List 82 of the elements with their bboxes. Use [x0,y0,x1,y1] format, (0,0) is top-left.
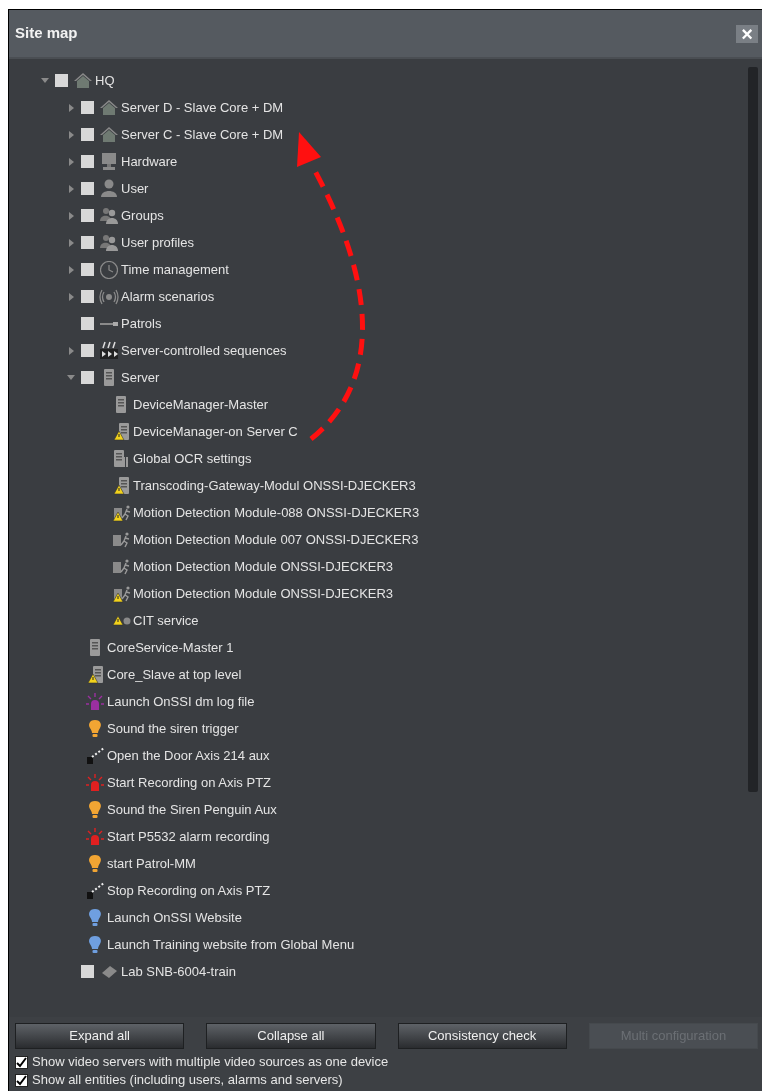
checkbox[interactable] [81,965,94,978]
tree-item[interactable]: Time management [121,259,229,280]
window-title: Site map [15,23,78,44]
tree-item[interactable]: Motion Detection Module ONSSI-DJECKER3 [133,583,394,604]
tree-item[interactable]: Motion Detection Module 007 ONSSI-DJECKER3 [133,529,419,550]
tree-item[interactable]: HQ [95,70,115,91]
people-icon [99,206,119,225]
checkbox[interactable] [15,1073,28,1087]
tree-item[interactable]: Hardware [121,151,178,172]
server-rack-icon [113,449,129,468]
tree-item[interactable]: Start P5532 alarm recording [107,826,270,847]
alarm-icon [99,288,119,305]
people-icon [99,233,119,252]
checkbox[interactable] [81,236,94,249]
checkbox[interactable] [81,290,94,303]
tree-item[interactable]: Motion Detection Module ONSSI-DJECKER3 [133,556,394,577]
checkbox[interactable] [15,1055,28,1069]
warning-icon [111,615,131,626]
tree-item[interactable]: Start Recording on Axis PTZ [107,772,271,793]
scrollbar[interactable] [748,67,758,792]
checkbox[interactable] [81,182,94,195]
close-button[interactable]: × [736,24,758,43]
tree-item[interactable]: Server C - Slave Core + DM [121,124,284,145]
monitor-icon [101,152,117,171]
tree-item[interactable]: Patrols [121,313,162,334]
tree-item[interactable]: Launch OnSSI dm log file [107,691,255,712]
tree-item[interactable]: Launch OnSSI Website [107,907,242,928]
tree-item[interactable]: User profiles [121,232,194,253]
server-warning-icon [86,665,104,684]
action-button[interactable]: Collapse all [206,1023,376,1049]
server-icon [103,368,115,387]
house-icon [99,99,119,116]
output-icon [85,746,105,765]
server-icon [89,638,101,657]
checkbox[interactable] [81,317,94,330]
server-warning-icon [112,476,130,495]
server-icon [115,395,127,414]
checkbox[interactable] [81,344,94,357]
tree-item[interactable]: Lab SNB-6004-train [121,961,236,982]
tree-item[interactable]: DeviceManager-Master [133,394,269,415]
tree-item[interactable]: Server [121,367,160,388]
tree-item[interactable]: Server D - Slave Core + DM [121,97,284,118]
tree-item[interactable]: User [121,178,149,199]
checkbox[interactable] [81,101,94,114]
output-icon [85,881,105,900]
option-label: Show all entities (including users, alarms and servers) [32,1071,343,1090]
house-icon [73,72,93,89]
tree-item[interactable]: Sound the Siren Penguin Aux [107,799,277,820]
tree-item[interactable]: Transcoding-Gateway-Modul ONSSI-DJECKER3 [133,475,416,496]
tree-item[interactable]: Launch Training website from Global Menu [107,934,355,955]
checkbox[interactable] [81,209,94,222]
clock-icon [100,260,118,279]
house-icon [99,126,119,143]
tree-item[interactable]: CIT service [133,610,199,631]
tree-item[interactable]: DeviceManager-on Server C [133,421,298,442]
tree-item[interactable]: Alarm scenarios [121,286,215,307]
tree-item[interactable]: Open the Door Axis 214 aux [107,745,270,766]
checkbox[interactable] [81,371,94,384]
person-icon [100,179,118,198]
tree-item[interactable]: Server-controlled sequences [121,340,287,361]
server-warning-icon [112,422,130,441]
line-icon [99,320,119,327]
tree-item[interactable]: Motion Detection Module-088 ONSSI-DJECKER3 [133,502,420,523]
tree-item[interactable]: Global OCR settings [133,448,252,469]
running-person-icon [112,558,130,575]
checkbox[interactable] [81,263,94,276]
action-button[interactable]: Expand all [15,1023,185,1049]
tree-item[interactable]: Sound the siren trigger [107,718,239,739]
tree-item[interactable]: start Patrol-MM [107,853,196,874]
tree-item[interactable]: Stop Recording on Axis PTZ [107,880,271,901]
tree-item[interactable]: Groups [121,205,164,226]
tree-item[interactable]: CoreService-Master 1 [107,637,234,658]
tree-item[interactable]: Core_Slave at top level [107,664,242,685]
option-label: Show video servers with multiple video sources as one device [32,1053,389,1072]
film-icon [99,341,119,360]
checkbox[interactable] [55,74,68,87]
checkbox[interactable] [81,155,94,168]
running-person-icon [112,531,130,548]
action-button[interactable]: Consistency check [397,1023,567,1049]
motion-warning-icon [111,584,131,603]
checkbox[interactable] [81,128,94,141]
motion-warning-icon [111,503,131,522]
